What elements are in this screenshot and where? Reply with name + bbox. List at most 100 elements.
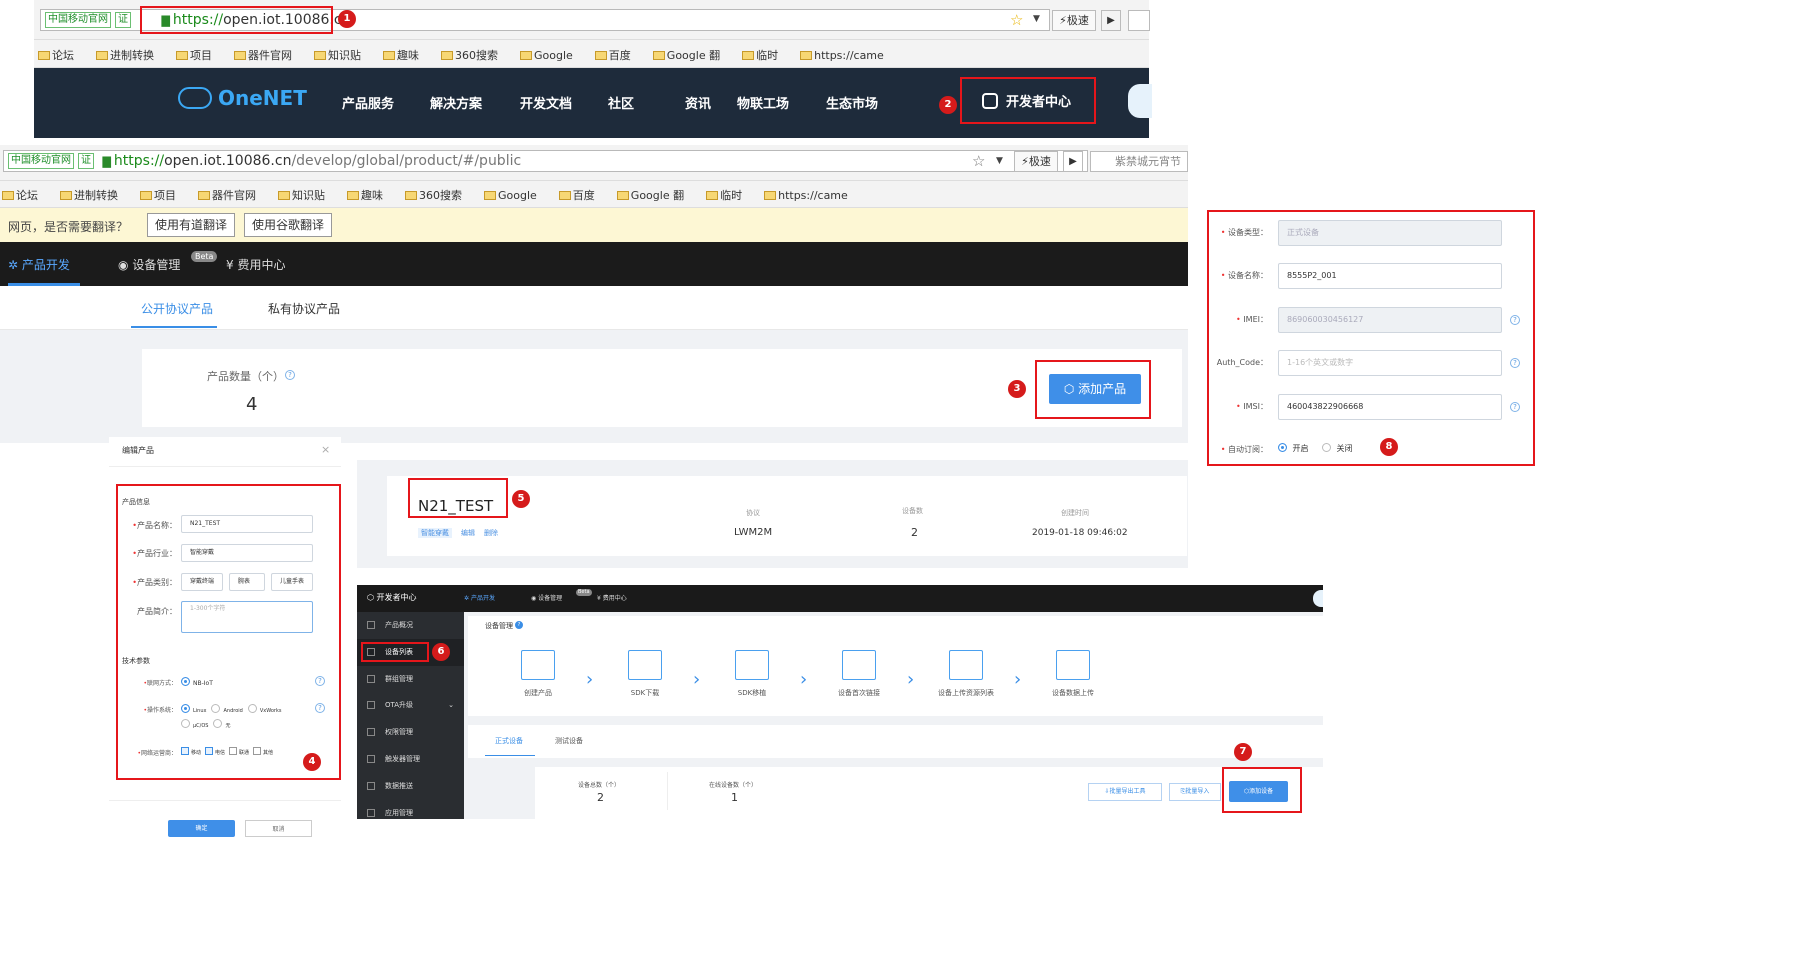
bookmark-entry[interactable]: 项目: [140, 189, 187, 202]
bookmark-entry[interactable]: 趣味: [383, 49, 430, 62]
avatar[interactable]: [1128, 84, 1152, 118]
bookmark-item[interactable]: 器件官网: [248, 49, 292, 62]
bookmark-entry[interactable]: 百度: [594, 49, 642, 62]
product-tag[interactable]: 删除: [484, 529, 498, 537]
bookmark-item[interactable]: 进制转换: [110, 49, 154, 62]
bookmark-item[interactable]: 器件官网: [212, 189, 256, 202]
product-tag[interactable]: 智能穿戴: [418, 528, 452, 538]
bookmark-entry[interactable]: 趣味: [347, 189, 394, 202]
bookmark-entry[interactable]: https://came: [800, 49, 895, 62]
bookmark-entry[interactable]: 项目: [176, 49, 223, 62]
bookmark-item[interactable]: 项目: [154, 189, 176, 202]
bookmark-item[interactable]: Google 翻: [631, 189, 684, 202]
close-icon[interactable]: ×: [321, 443, 330, 456]
sidebar-item[interactable]: OTA升级 ⌄: [357, 692, 464, 719]
batch-import-button[interactable]: ⎘批量导入: [1169, 783, 1221, 801]
bookmark-entry[interactable]: 临时: [742, 49, 789, 62]
dropdown-icon-2[interactable]: ▼: [996, 156, 1003, 166]
bookmark-entry[interactable]: 论坛: [2, 189, 49, 202]
console-dev-center[interactable]: ⬡ 开发者中心: [367, 592, 417, 603]
address-bar-2[interactable]: 中国移动官网证 ▇ https://open.iot.10086.cn/devel…: [3, 150, 1088, 172]
tab-fee-center[interactable]: ¥ 费用中心: [226, 256, 285, 273]
next-tab[interactable]: 紫禁城元宵节: [1090, 151, 1188, 172]
sidebar-item[interactable]: 群组管理: [357, 666, 464, 693]
play-icon[interactable]: ▶: [1101, 10, 1121, 31]
star-icon-2[interactable]: ☆: [972, 152, 985, 170]
bookmark-entry[interactable]: Google: [484, 189, 548, 202]
bookmark-entry[interactable]: 360搜索: [405, 189, 473, 202]
bookmark-item[interactable]: 论坛: [16, 189, 38, 202]
bookmark-entry[interactable]: Google 翻: [616, 189, 695, 202]
console-avatar[interactable]: [1313, 590, 1323, 607]
bookmark-entry[interactable]: https://came: [764, 189, 859, 202]
sidebar-item[interactable]: 数据推送: [357, 773, 464, 800]
product-tag[interactable]: 编辑: [461, 529, 475, 537]
bookmark-item[interactable]: 临时: [756, 49, 778, 62]
bookmark-entry[interactable]: 百度: [558, 189, 606, 202]
export-tool-button[interactable]: ⇩批量导出工具: [1088, 783, 1162, 801]
sidebar-item[interactable]: 触发器管理: [357, 746, 464, 773]
bookmark-entry[interactable]: 知识贴: [314, 49, 372, 62]
onenet-nav-item[interactable]: 生态市场: [826, 93, 878, 112]
section-help-icon[interactable]: ?: [515, 621, 523, 629]
bookmark-entry[interactable]: 360搜索: [441, 49, 509, 62]
bookmark-entry[interactable]: 进制转换: [60, 189, 129, 202]
bookmark-item[interactable]: 知识贴: [328, 49, 361, 62]
bookmark-item[interactable]: 进制转换: [74, 189, 118, 202]
bookmark-item[interactable]: Google 翻: [667, 49, 720, 62]
tab-public-protocol[interactable]: 公开协议产品: [141, 300, 213, 317]
dropdown-icon[interactable]: ▼: [1033, 14, 1040, 24]
tab-fragment[interactable]: [1128, 10, 1150, 31]
bookmark-entry[interactable]: 器件官网: [198, 189, 267, 202]
help-icon[interactable]: ?: [285, 370, 295, 380]
bookmark-entry[interactable]: 知识贴: [278, 189, 336, 202]
star-icon[interactable]: ☆: [1010, 11, 1023, 29]
bookmark-item[interactable]: 百度: [573, 189, 595, 202]
sidebar-item[interactable]: 权限管理: [357, 719, 464, 746]
play-icon-2[interactable]: ▶: [1063, 151, 1083, 172]
product-count-value: 4: [246, 394, 258, 415]
youdao-translate-button[interactable]: 使用有道翻译: [147, 213, 235, 237]
bookmark-item[interactable]: 360搜索: [455, 49, 498, 62]
sidebar-item[interactable]: 产品概况: [357, 612, 464, 639]
onenet-logo[interactable]: OneNET: [178, 86, 307, 110]
onenet-nav-item[interactable]: 物联工场: [737, 93, 789, 112]
cancel-button[interactable]: 取消: [245, 820, 312, 837]
sidebar-item[interactable]: 应用管理: [357, 800, 464, 827]
bookmark-item[interactable]: 趣味: [361, 189, 383, 202]
onenet-nav-item[interactable]: 开发文档: [520, 93, 572, 112]
onenet-nav-item[interactable]: 解决方案: [430, 93, 482, 112]
bookmark-item[interactable]: 论坛: [52, 49, 74, 62]
speed-button[interactable]: ⚡极速: [1052, 10, 1096, 31]
bookmark-entry[interactable]: 进制转换: [96, 49, 165, 62]
tab-device-mgmt[interactable]: ◉ 设备管理: [118, 256, 180, 273]
console-tab-product-dev[interactable]: ✲ 产品开发: [464, 593, 495, 602]
bookmark-item[interactable]: Google: [534, 49, 573, 62]
console-tab-device-mgmt[interactable]: ◉ 设备管理: [531, 593, 562, 602]
bookmark-item[interactable]: 趣味: [397, 49, 419, 62]
bookmark-item[interactable]: https://came: [814, 49, 884, 62]
bookmark-item[interactable]: 知识贴: [292, 189, 325, 202]
bookmark-item[interactable]: https://came: [778, 189, 848, 202]
bookmark-entry[interactable]: 论坛: [38, 49, 85, 62]
bookmark-item[interactable]: Google: [498, 189, 537, 202]
tab-product-dev[interactable]: ✲ 产品开发: [8, 256, 70, 273]
console-tab-fee[interactable]: ¥ 费用中心: [597, 593, 627, 602]
bookmark-item[interactable]: 百度: [609, 49, 631, 62]
bookmark-item[interactable]: 临时: [720, 189, 742, 202]
onenet-nav-item[interactable]: 产品服务: [342, 93, 394, 112]
confirm-button[interactable]: 确定: [168, 820, 235, 837]
bookmark-item[interactable]: 项目: [190, 49, 212, 62]
bookmark-entry[interactable]: 器件官网: [234, 49, 303, 62]
bookmark-item[interactable]: 360搜索: [419, 189, 462, 202]
tab-private-protocol[interactable]: 私有协议产品: [268, 300, 340, 317]
bookmark-entry[interactable]: Google 翻: [652, 49, 731, 62]
speed-button-2[interactable]: ⚡极速: [1014, 151, 1058, 172]
onenet-nav-item[interactable]: 资讯: [685, 93, 711, 112]
tab-test-devices[interactable]: 测试设备: [555, 736, 583, 746]
google-translate-button[interactable]: 使用谷歌翻译: [244, 213, 332, 237]
bookmark-entry[interactable]: Google: [520, 49, 584, 62]
tab-formal-devices[interactable]: 正式设备: [495, 736, 523, 746]
bookmark-entry[interactable]: 临时: [706, 189, 753, 202]
onenet-nav-item[interactable]: 社区: [608, 93, 634, 112]
